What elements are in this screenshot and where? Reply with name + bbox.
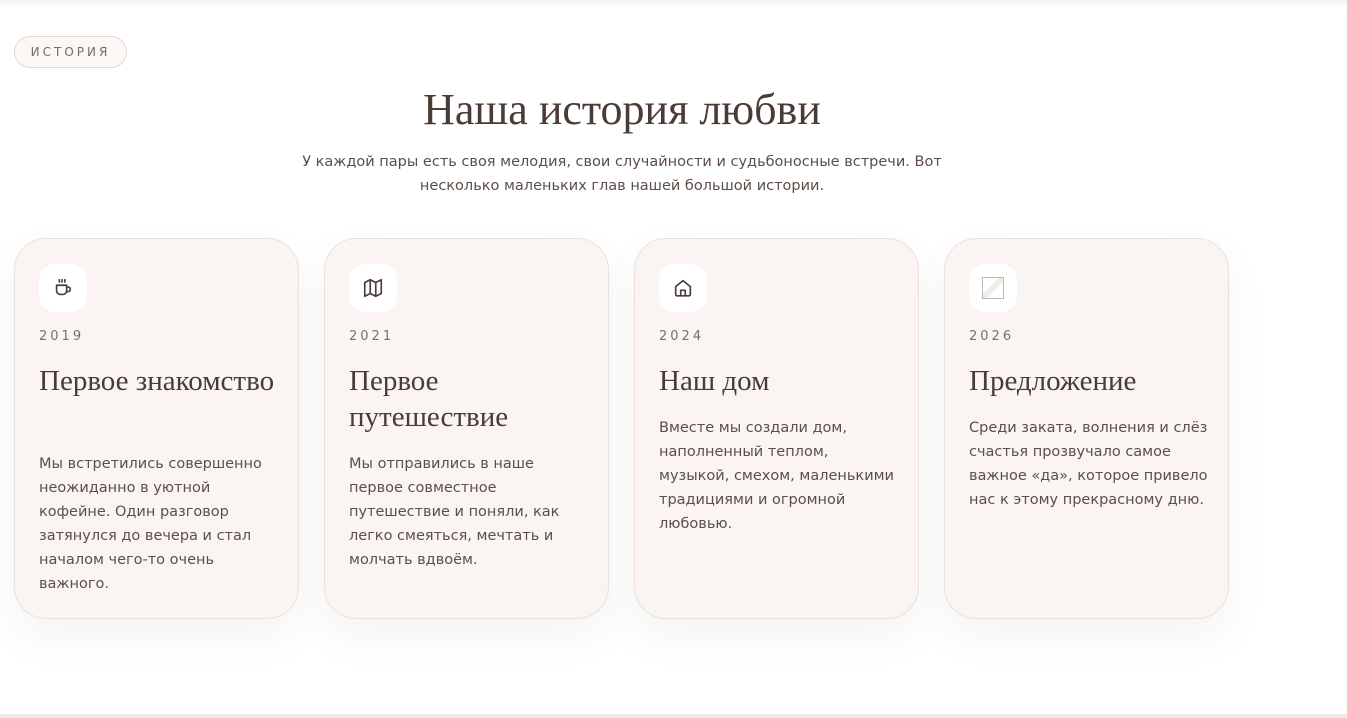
- story-card-2019: 2019 Первое знакомство Мы встретились со…: [14, 238, 299, 619]
- home-icon: [659, 264, 707, 312]
- story-text: Среди заката, волнения и слёз счастья пр…: [969, 420, 1208, 508]
- story-text: Мы встретились совершенно неожиданно в у…: [39, 456, 262, 592]
- top-shadow: [0, 0, 1347, 8]
- story-card-2021: 2021 Первое путешествие Мы отправились в…: [324, 238, 609, 619]
- story-year: 2019: [39, 329, 85, 344]
- section-title: Наша история любви: [423, 85, 821, 134]
- story-title: Первое путешествие: [349, 365, 509, 433]
- story-text: Вместе мы создали дом, наполненный тепло…: [659, 420, 894, 532]
- map-icon: [349, 264, 397, 312]
- broken-image-icon: [969, 264, 1017, 312]
- story-year: 2021: [349, 329, 395, 344]
- coffee-cup-icon: [39, 264, 87, 312]
- section-eyebrow-badge: ИСТОРИЯ: [14, 36, 127, 68]
- story-title: Предложение: [969, 365, 1137, 397]
- story-year: 2026: [969, 329, 1015, 344]
- story-card-2024: 2024 Наш дом Вместе мы создали дом, напо…: [634, 238, 919, 619]
- story-section: ИСТОРИЯ Наша история любви У каждой пары…: [0, 0, 1347, 718]
- story-year: 2024: [659, 329, 705, 344]
- story-card-2026: 2026 Предложение Среди заката, волнения …: [944, 238, 1229, 619]
- story-text: Мы отправились в наше первое совместное …: [349, 456, 560, 568]
- story-title: Первое знакомство: [39, 365, 275, 397]
- story-title: Наш дом: [659, 365, 770, 397]
- section-divider: [0, 714, 1347, 718]
- section-subtitle: У каждой пары есть своя мелодия, свои сл…: [302, 154, 942, 194]
